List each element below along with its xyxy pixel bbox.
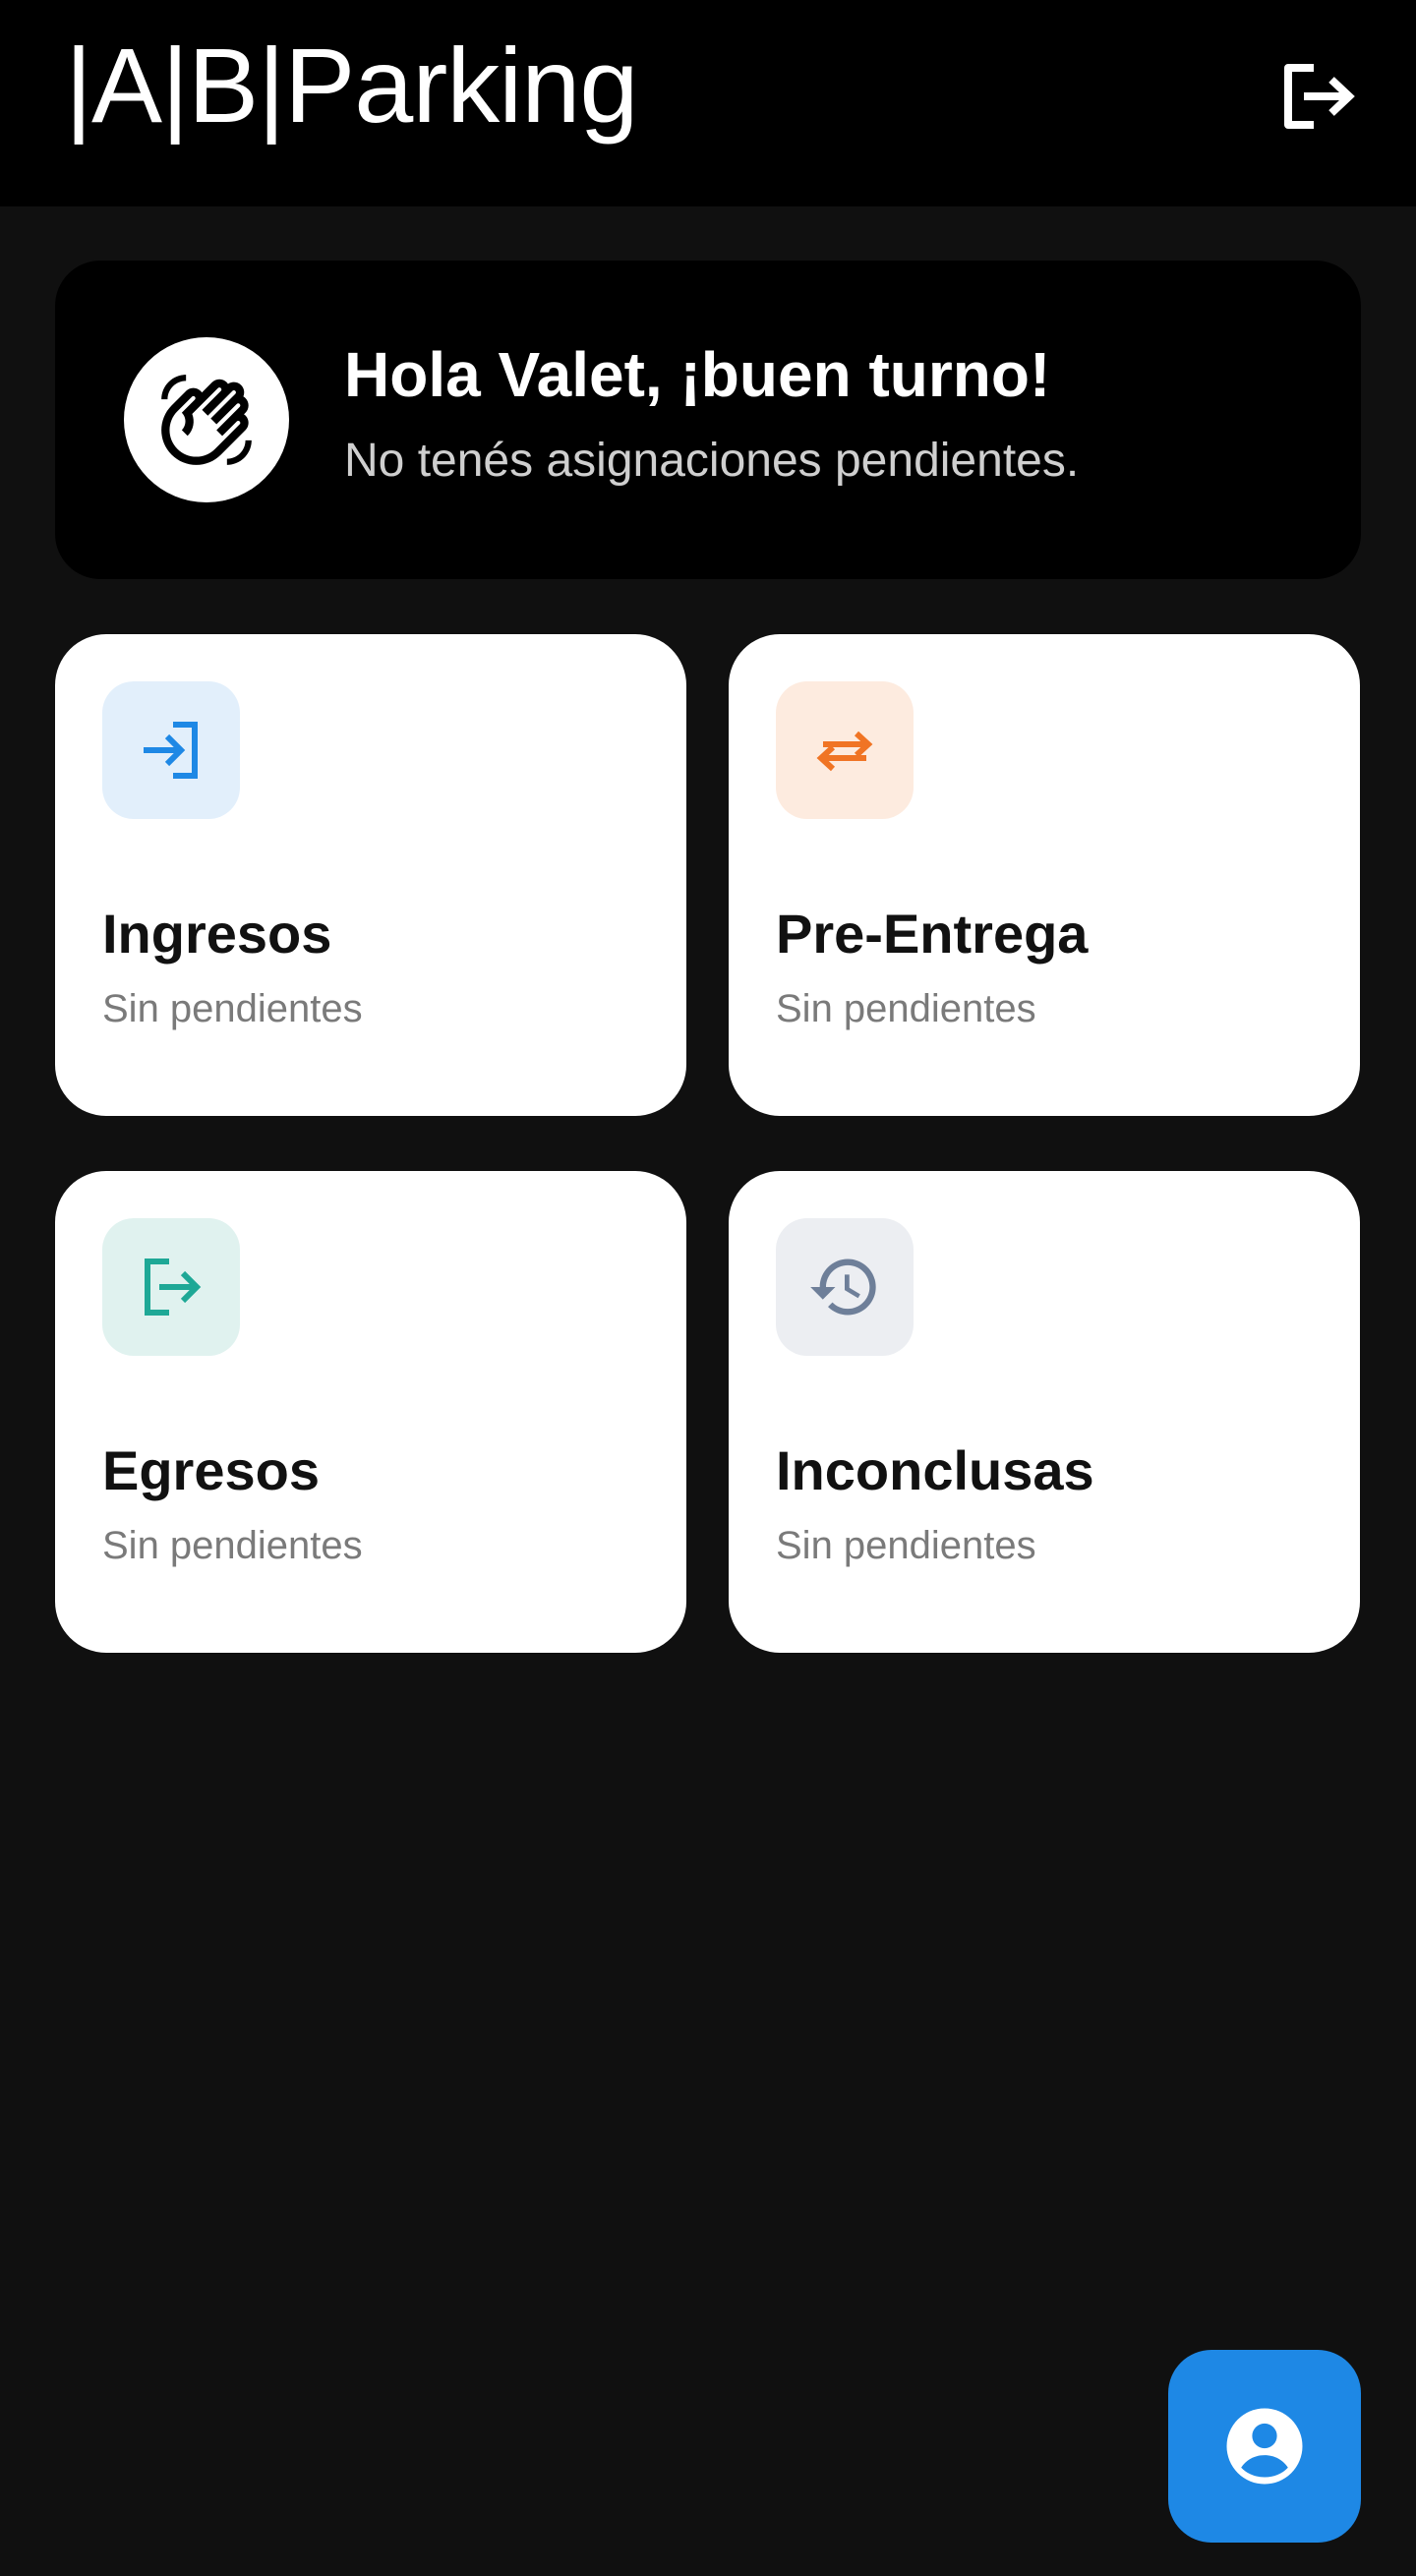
tile-icon-box [102, 681, 240, 819]
greeting-title: Hola Valet, ¡buen turno! [344, 339, 1051, 410]
greeting-avatar [124, 337, 289, 502]
tile-title: Ingresos [102, 903, 332, 965]
tile-icon-box [776, 681, 914, 819]
tile-title: Egresos [102, 1439, 320, 1501]
tile-subtitle: Sin pendientes [776, 987, 1036, 1030]
swap-horiz-icon [816, 731, 873, 772]
history-icon [810, 1259, 876, 1316]
tile-subtitle: Sin pendientes [776, 1524, 1036, 1567]
logout-button[interactable] [1274, 55, 1363, 138]
tile-icon-box [776, 1218, 914, 1356]
tile-egresos[interactable]: Egresos Sin pendientes [55, 1171, 686, 1653]
greeting-card: Hola Valet, ¡buen turno! No tenés asigna… [55, 261, 1361, 579]
tile-subtitle: Sin pendientes [102, 1524, 363, 1567]
waving-hand-icon [161, 375, 252, 465]
tile-inconclusas[interactable]: Inconclusas Sin pendientes [729, 1171, 1360, 1653]
tile-subtitle: Sin pendientes [102, 987, 363, 1030]
tile-icon-box [102, 1218, 240, 1356]
login-icon [144, 722, 198, 779]
tile-ingresos[interactable]: Ingresos Sin pendientes [55, 634, 686, 1116]
greeting-subtitle: No tenés asignaciones pendientes. [344, 435, 1080, 487]
account-circle-icon [1226, 2408, 1303, 2485]
tile-title: Inconclusas [776, 1439, 1094, 1501]
tile-title: Pre-Entrega [776, 903, 1089, 965]
app-screen: |A|B|Parking Hola Valet, ¡buen turno! No… [0, 0, 1416, 2576]
app-header: |A|B|Parking [0, 0, 1416, 206]
profile-fab-button[interactable] [1168, 2350, 1361, 2543]
tile-pre-entrega[interactable]: Pre-Entrega Sin pendientes [729, 634, 1360, 1116]
logout-icon [145, 1259, 202, 1316]
app-logo: |A|B|Parking [65, 26, 638, 145]
logout-icon [1284, 64, 1355, 129]
